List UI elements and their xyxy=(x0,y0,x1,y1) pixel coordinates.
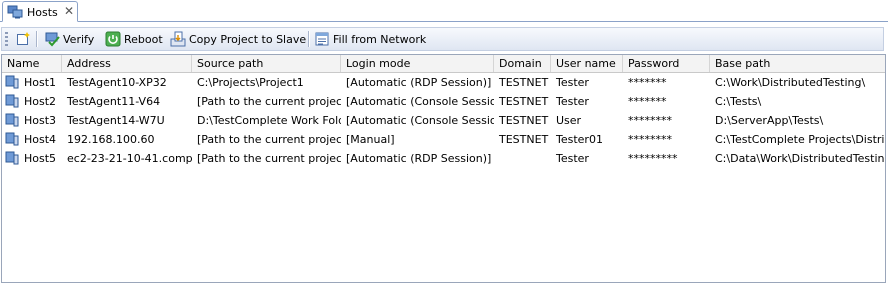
password-cell: ******** xyxy=(628,133,672,146)
login-mode-cell: [Automatic (RDP Session)] xyxy=(346,76,492,89)
toolbar: Verify Reboot Copy Project to Slave Fill… xyxy=(1,27,884,51)
verify-button[interactable]: Verify xyxy=(44,30,94,48)
password-cell: ******** xyxy=(628,114,672,127)
host-icon xyxy=(5,94,19,108)
table-row[interactable]: Host4 192.168.100.60 [Path to the curren… xyxy=(2,130,885,149)
hosts-icon xyxy=(7,5,23,19)
network-list-icon xyxy=(315,32,329,46)
host-name: Host1 xyxy=(24,76,57,89)
tab-hosts[interactable]: Hosts ✕ xyxy=(2,1,78,22)
user-name-cell: Tester xyxy=(556,95,589,108)
user-name-cell: Tester01 xyxy=(556,133,603,146)
reboot-button[interactable]: Reboot xyxy=(105,30,163,48)
copy-project-label: Copy Project to Slave xyxy=(189,32,307,46)
copy-project-button[interactable]: Copy Project to Slave xyxy=(170,30,306,48)
source-path-cell: D:\TestComplete Work Fold... xyxy=(197,114,341,127)
table-row[interactable]: Host2 TestAgent11-V64 [Path to the curre… xyxy=(2,92,885,111)
address-cell: TestAgent14-W7U xyxy=(67,114,165,127)
hosts-panel: Hosts ✕ Verify Reboot Copy Project to Sl… xyxy=(0,0,888,285)
address-cell: TestAgent10-XP32 xyxy=(67,76,167,89)
domain-cell xyxy=(494,149,551,168)
domain-cell: TESTNET xyxy=(499,76,549,89)
password-cell: ********* xyxy=(628,152,678,165)
fill-from-network-label: Fill from Network xyxy=(333,32,427,46)
source-path-cell: [Path to the current project... xyxy=(197,152,341,165)
reboot-icon xyxy=(105,31,121,47)
fill-from-network-button[interactable]: Fill from Network xyxy=(314,30,426,48)
host-name: Host4 xyxy=(24,133,57,146)
login-mode-cell: [Automatic (Console Session)] xyxy=(346,114,494,127)
verify-icon xyxy=(45,32,60,47)
new-host-button[interactable] xyxy=(15,30,31,48)
user-name-cell: Tester xyxy=(556,76,589,89)
host-name: Host3 xyxy=(24,114,57,127)
table-row[interactable]: Host5 ec2-23-21-10-41.comp... [Path to t… xyxy=(2,149,885,168)
column-header[interactable]: Login mode xyxy=(341,55,494,72)
host-icon xyxy=(5,151,19,165)
hosts-table: Name Address Source path Login mode Doma… xyxy=(1,54,886,283)
copy-project-icon xyxy=(170,31,186,47)
base-path-cell: D:\ServerApp\Tests\ xyxy=(715,114,824,127)
password-cell: ******* xyxy=(628,95,667,108)
domain-cell: TESTNET xyxy=(499,95,549,108)
host-name: Host2 xyxy=(24,95,57,108)
column-header[interactable]: User name xyxy=(551,55,623,72)
login-mode-cell: [Automatic (RDP Session)] xyxy=(346,152,492,165)
toolbar-separator xyxy=(36,31,38,47)
column-header[interactable]: Password xyxy=(623,55,710,72)
base-path-cell: C:\Data\Work\DistributedTesting\ xyxy=(715,152,885,165)
column-header[interactable]: Base path xyxy=(710,55,885,72)
column-header[interactable]: Address xyxy=(62,55,192,72)
column-header[interactable]: Name xyxy=(2,55,62,72)
tab-hosts-label: Hosts xyxy=(27,6,58,19)
source-path-cell: C:\Projects\Project1 xyxy=(197,76,304,89)
toolbar-grip[interactable] xyxy=(5,32,8,46)
password-cell: ******* xyxy=(628,76,667,89)
toolbar-separator xyxy=(308,31,310,47)
close-icon[interactable]: ✕ xyxy=(64,4,74,18)
reboot-label: Reboot xyxy=(124,32,163,46)
table-row[interactable]: Host3 TestAgent14-W7U D:\TestComplete Wo… xyxy=(2,111,885,130)
column-header[interactable]: Source path xyxy=(192,55,341,72)
address-cell: ec2-23-21-10-41.comp... xyxy=(67,152,192,165)
base-path-cell: C:\TestComplete Projects\Distri... xyxy=(715,133,885,146)
address-cell: 192.168.100.60 xyxy=(67,133,155,146)
address-cell: TestAgent11-V64 xyxy=(67,95,161,108)
domain-cell: TESTNET xyxy=(499,114,549,127)
user-name-cell: User xyxy=(556,114,582,127)
host-name: Host5 xyxy=(24,152,57,165)
base-path-cell: C:\Tests\ xyxy=(715,95,762,108)
source-path-cell: [Path to the current project... xyxy=(197,95,341,108)
new-item-icon xyxy=(17,32,30,45)
host-icon xyxy=(5,132,19,146)
table-header: Name Address Source path Login mode Doma… xyxy=(2,55,885,73)
base-path-cell: C:\Work\DistributedTesting\ xyxy=(715,76,866,89)
login-mode-cell: [Manual] xyxy=(346,133,395,146)
domain-cell: TESTNET xyxy=(499,133,549,146)
column-header[interactable]: Domain xyxy=(494,55,551,72)
tab-strip: Hosts ✕ xyxy=(0,0,888,22)
verify-label: Verify xyxy=(63,32,95,46)
host-icon xyxy=(5,113,19,127)
table-row[interactable]: Host1 TestAgent10-XP32 C:\Projects\Proje… xyxy=(2,73,885,92)
source-path-cell: [Path to the current project... xyxy=(197,133,341,146)
host-icon xyxy=(5,75,19,89)
user-name-cell: Tester xyxy=(556,152,589,165)
login-mode-cell: [Automatic (Console Session)] xyxy=(346,95,494,108)
